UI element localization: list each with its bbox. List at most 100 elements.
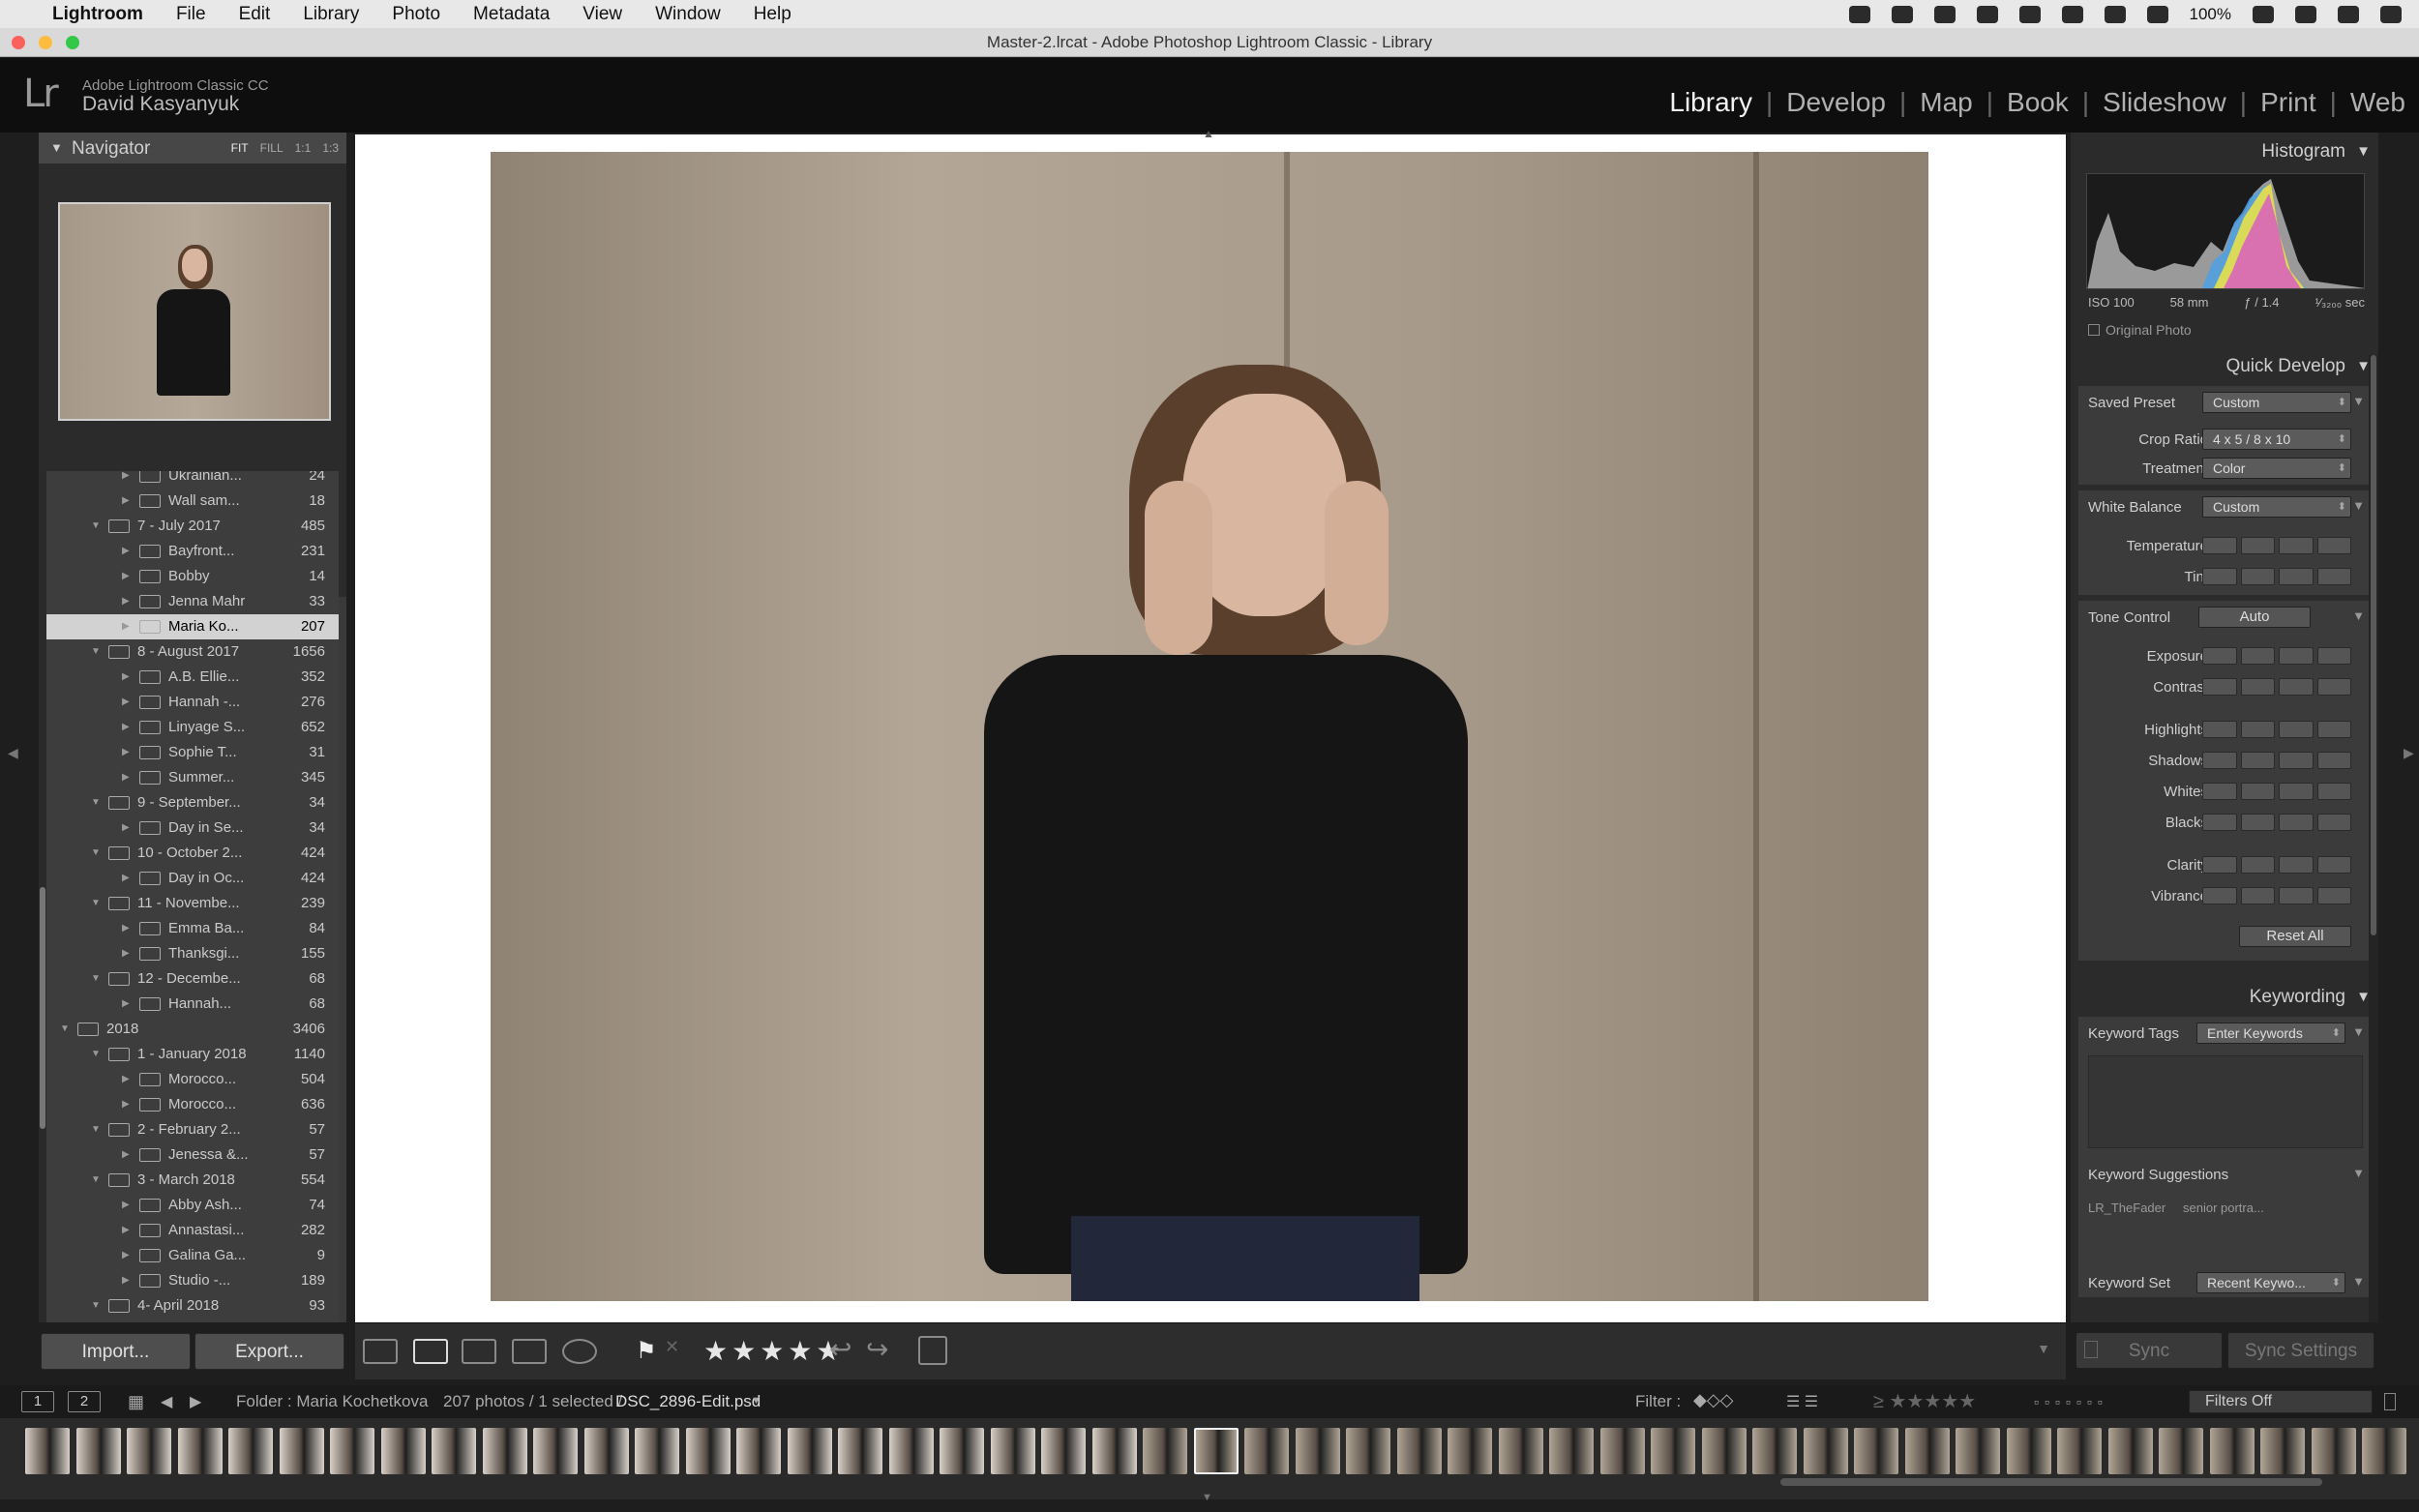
survey-view-icon[interactable] <box>512 1339 547 1364</box>
vibrance-adjust-buttons[interactable] <box>2202 887 2351 904</box>
whites-adjust-buttons[interactable] <box>2202 783 2351 800</box>
filmstrip-thumbnail[interactable] <box>838 1428 882 1474</box>
zoom-fit[interactable]: FIT <box>231 141 249 155</box>
right-panel-scrollbar-thumb[interactable] <box>2371 355 2376 935</box>
filmstrip-thumbnail[interactable] <box>787 1428 832 1474</box>
flag-filter-icons[interactable]: ◆◇◇ <box>1693 1390 1734 1410</box>
expanded-triangle-icon[interactable]: ▼ <box>91 639 101 665</box>
app-status-icon[interactable] <box>1848 5 1870 23</box>
module-print[interactable]: Print <box>2247 87 2330 118</box>
module-library[interactable]: Library <box>1656 87 1766 118</box>
filmstrip-thumbnail[interactable] <box>1752 1428 1797 1474</box>
notification-center-icon[interactable] <box>2380 5 2402 23</box>
collapsed-triangle-icon[interactable]: ▶ <box>122 916 130 941</box>
expanded-triangle-icon[interactable]: ▼ <box>91 514 101 539</box>
filmstrip-thumbnail[interactable] <box>2107 1428 2153 1474</box>
original-photo-toggle[interactable]: Original Photo <box>2088 322 2192 338</box>
keyword-tags-select[interactable]: Enter Keywords <box>2196 1023 2345 1044</box>
export-button[interactable]: Export... <box>194 1333 344 1370</box>
expanded-triangle-icon[interactable]: ▼ <box>91 1293 101 1319</box>
filmstrip-thumbnail[interactable] <box>75 1428 121 1474</box>
white-balance-select[interactable]: Custom <box>2202 496 2351 518</box>
folder-scrollbar-thumb[interactable] <box>40 887 45 1129</box>
forward-arrow-icon[interactable]: ▶ <box>190 1392 201 1411</box>
saved-preset-select[interactable]: Custom <box>2202 392 2351 413</box>
navigator-header[interactable]: ▼ Navigator FIT FILL 1:1 1:3 <box>39 133 346 163</box>
battery-icon[interactable] <box>2253 5 2274 23</box>
folder-row[interactable]: ▶ Emma Ba... 84 <box>46 916 339 941</box>
collapsed-triangle-icon[interactable]: ▶ <box>122 1193 130 1218</box>
folder-row[interactable]: ▶ Hannah... 68 <box>46 992 339 1017</box>
back-arrow-icon[interactable]: ◀ <box>161 1392 172 1411</box>
folder-row[interactable]: ▼ 11 - Novembe... 239 <box>46 891 339 916</box>
filmstrip-thumbnail[interactable] <box>2057 1428 2102 1474</box>
menu-window[interactable]: Window <box>639 4 737 25</box>
folder-row[interactable]: ▶ Thanksgi... 155 <box>46 941 339 966</box>
folder-row[interactable]: ▶ Morocco... 504 <box>46 1067 339 1092</box>
right-panel-scrollbar[interactable] <box>2369 355 2378 1322</box>
collapse-triangle-icon[interactable]: ▼ <box>2352 1024 2365 1039</box>
top-panel-toggle-icon[interactable]: ▲ <box>1203 127 1214 140</box>
collapsed-triangle-icon[interactable]: ▶ <box>122 740 130 765</box>
flag-icon[interactable]: ⚑ <box>636 1337 657 1365</box>
menu-app[interactable]: Lightroom <box>45 4 160 25</box>
wifi-icon[interactable] <box>2104 5 2126 23</box>
collapsed-triangle-icon[interactable]: ▶ <box>122 539 130 564</box>
grid-view-icon[interactable] <box>363 1339 398 1364</box>
folder-row[interactable]: ▼ 2 - February 2... 57 <box>46 1117 339 1142</box>
filmstrip-thumbnail[interactable] <box>2311 1428 2356 1474</box>
collapsed-triangle-icon[interactable]: ▶ <box>122 1218 130 1243</box>
grid-icon[interactable]: ▦ <box>128 1392 144 1412</box>
filmstrip-thumbnail[interactable] <box>228 1428 273 1474</box>
time-machine-icon[interactable] <box>2061 5 2083 23</box>
filmstrip-thumbnail[interactable] <box>2260 1428 2305 1474</box>
secondary-screen-button[interactable]: 2 <box>68 1391 101 1412</box>
folder-row[interactable]: ▶ Galina Ga... 9 <box>46 1243 339 1268</box>
filmstrip-thumbnail[interactable] <box>1599 1428 1645 1474</box>
edit-filter-icons[interactable]: ☰ ☰ <box>1786 1392 1818 1411</box>
menu-edit[interactable]: Edit <box>223 4 287 25</box>
collapsed-triangle-icon[interactable]: ▶ <box>122 941 130 966</box>
filmstrip-thumbnail[interactable] <box>1295 1428 1340 1474</box>
crop-overlay-icon[interactable] <box>918 1336 947 1365</box>
menu-photo[interactable]: Photo <box>375 4 457 25</box>
rotate-right-icon[interactable]: ↪ <box>866 1333 888 1365</box>
folder-scrollbar-track[interactable] <box>39 471 46 1322</box>
folder-row[interactable]: ▼ 8 - August 2017 1656 <box>46 639 339 665</box>
collapsed-triangle-icon[interactable]: ▶ <box>122 765 130 790</box>
collapsed-triangle-icon[interactable]: ▶ <box>122 1067 130 1092</box>
color-label-filter-icons[interactable]: ▫▫▫▫▫▫▫ <box>2034 1394 2108 1409</box>
menu-library[interactable]: Library <box>286 4 375 25</box>
folder-row[interactable]: ▶ A.B. Ellie... 352 <box>46 665 339 690</box>
folder-row[interactable]: ▶ Maria Ko... 207 <box>46 614 339 639</box>
filmstrip-thumbnail[interactable] <box>990 1428 1035 1474</box>
zoom-window-button[interactable] <box>66 36 79 49</box>
collapse-triangle-icon[interactable]: ▼ <box>50 140 63 155</box>
filters-off-select[interactable]: Filters Off <box>2189 1390 2373 1413</box>
folder-source[interactable]: Folder : Maria Kochetkova <box>236 1392 428 1411</box>
expanded-triangle-icon[interactable]: ▼ <box>91 790 101 815</box>
expanded-triangle-icon[interactable]: ▼ <box>60 1017 70 1042</box>
folder-row[interactable]: ▶ Day in Se... 34 <box>46 815 339 841</box>
filmstrip-thumbnail[interactable] <box>685 1428 731 1474</box>
keyword-entry-area[interactable] <box>2088 1055 2363 1148</box>
collapsed-triangle-icon[interactable]: ▶ <box>122 665 130 690</box>
clarity-adjust-buttons[interactable] <box>2202 856 2351 874</box>
right-panel-toggle-icon[interactable]: ▶ <box>2404 745 2414 761</box>
filmstrip-scrollbar[interactable] <box>1780 1478 2322 1486</box>
collapsed-triangle-icon[interactable]: ▶ <box>122 690 130 715</box>
folder-row[interactable]: ▼ 12 - Decembe... 68 <box>46 966 339 992</box>
collapsed-triangle-icon[interactable]: ▶ <box>122 1092 130 1117</box>
creative-cloud-icon[interactable] <box>1976 5 1998 23</box>
folder-row[interactable]: ▶ Sophie T... 31 <box>46 740 339 765</box>
collapsed-triangle-icon[interactable]: ▶ <box>122 715 130 740</box>
folder-row[interactable]: ▶ Hannah -... 276 <box>46 690 339 715</box>
filmstrip-thumbnail[interactable] <box>635 1428 679 1474</box>
blacks-adjust-buttons[interactable] <box>2202 814 2351 831</box>
selected-filename[interactable]: DSC_2896-Edit.psd <box>615 1392 761 1411</box>
filmstrip-thumbnail[interactable] <box>2209 1428 2255 1474</box>
expanded-triangle-icon[interactable]: ▼ <box>91 1042 101 1067</box>
toolbar-menu-icon[interactable]: ▼ <box>2037 1341 2050 1356</box>
module-slideshow[interactable]: Slideshow <box>2089 87 2240 118</box>
keyword-set-select[interactable]: Recent Keywo... <box>2196 1272 2345 1293</box>
